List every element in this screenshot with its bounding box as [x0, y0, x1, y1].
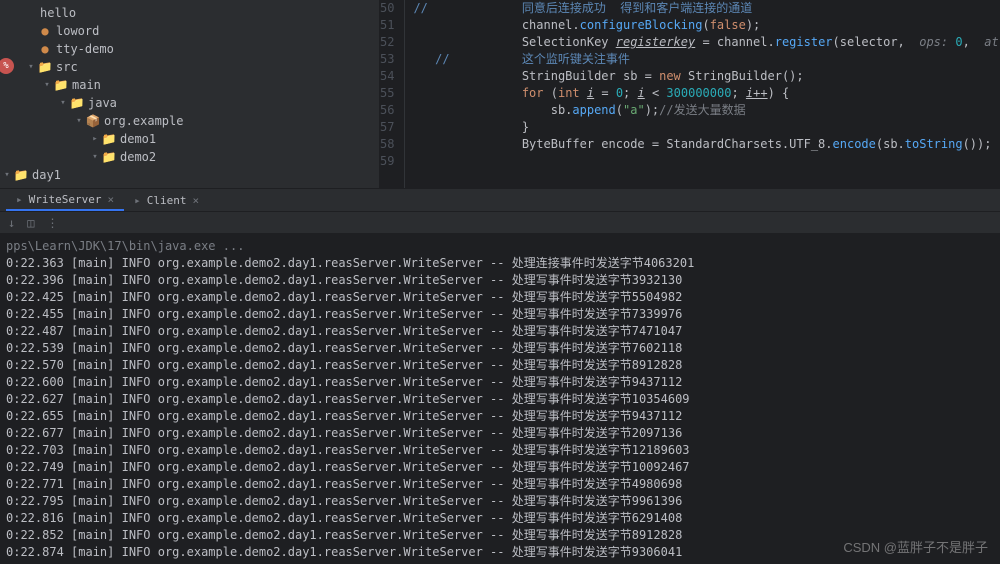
tree-label: src	[56, 60, 78, 74]
tree-item[interactable]: ● loword	[0, 22, 379, 40]
tree-item[interactable]: hello	[0, 4, 379, 22]
code-area[interactable]: // 同意后连接成功 得到和客户端连接的通道 channel.configure…	[405, 0, 1000, 188]
code-line[interactable]: sb.append("a");//发送大量数据	[413, 102, 1000, 119]
console-toolbar: ↓ ◫ ⋮	[0, 212, 1000, 234]
log-line: 0:22.816 [main] INFO org.example.demo2.d…	[6, 510, 994, 527]
toolbar-icon[interactable]: ↓	[8, 216, 15, 230]
folder-icon: 📁	[70, 96, 84, 110]
toolbar-icon[interactable]: ⋮	[46, 216, 58, 230]
tree-label: java	[88, 96, 117, 110]
log-line: 0:22.703 [main] INFO org.example.demo2.d…	[6, 442, 994, 459]
tree-label: demo1	[120, 132, 156, 146]
chevron-icon: ▾	[56, 96, 70, 110]
console-output[interactable]: pps\Learn\JDK\17\bin\java.exe ...0:22.36…	[0, 234, 1000, 564]
close-icon[interactable]: ×	[192, 194, 199, 207]
close-icon[interactable]: ×	[107, 193, 114, 206]
folder-icon: 📁	[102, 150, 116, 164]
log-line: 0:22.771 [main] INFO org.example.demo2.d…	[6, 476, 994, 493]
watermark: CSDN @蓝胖子不是胖子	[843, 537, 988, 556]
tree-label: main	[72, 78, 101, 92]
folder-icon: ●	[38, 42, 52, 56]
run-tabs: ▸ WriteServer × ▸ Client ×	[0, 188, 1000, 212]
project-tree[interactable]: hello●loword●tty-demo▾📁src▾📁main▾📁java▾📦…	[0, 0, 380, 188]
tab-icon: ▸	[16, 193, 23, 206]
tree-label: org.example	[104, 114, 183, 128]
log-line: 0:22.627 [main] INFO org.example.demo2.d…	[6, 391, 994, 408]
folder-icon: 📁	[54, 78, 68, 92]
chevron-icon: ▾	[72, 114, 86, 128]
folder-icon: 📁	[38, 60, 52, 74]
folder-icon: 📁	[102, 132, 116, 146]
chevron-icon: ▾	[0, 168, 14, 182]
log-line: 0:22.795 [main] INFO org.example.demo2.d…	[6, 493, 994, 510]
code-line[interactable]: // 这个监听键关注事件	[413, 51, 1000, 68]
log-line: 0:22.363 [main] INFO org.example.demo2.d…	[6, 255, 994, 272]
code-line[interactable]: for (int i = 0; i < 300000000; i++) {	[413, 85, 1000, 102]
tree-label: loword	[56, 24, 99, 38]
tree-label: tty-demo	[56, 42, 114, 56]
log-line: 0:22.539 [main] INFO org.example.demo2.d…	[6, 340, 994, 357]
chevron-icon	[24, 24, 38, 38]
chevron-icon: ▾	[88, 150, 102, 164]
code-line[interactable]: StringBuilder sb = new StringBuilder();	[413, 68, 1000, 85]
chevron-icon	[24, 42, 38, 56]
log-line: 0:22.425 [main] INFO org.example.demo2.d…	[6, 289, 994, 306]
tree-item[interactable]: ▾📁 demo2	[0, 148, 379, 166]
run-tab[interactable]: ▸ WriteServer ×	[6, 189, 124, 211]
folder-icon: 📁	[14, 168, 28, 182]
tree-item[interactable]: ▾📁 day1	[0, 166, 379, 184]
folder-icon: 📦	[86, 114, 100, 128]
console-command: pps\Learn\JDK\17\bin\java.exe ...	[6, 238, 994, 255]
tree-item[interactable]: ▾📦 org.example	[0, 112, 379, 130]
tab-icon: ▸	[134, 194, 141, 207]
run-tab-label: WriteServer	[29, 193, 102, 206]
code-line[interactable]: SelectionKey registerkey = channel.regis…	[413, 34, 1000, 51]
code-line[interactable]: // 同意后连接成功 得到和客户端连接的通道	[413, 0, 1000, 17]
log-line: 0:22.487 [main] INFO org.example.demo2.d…	[6, 323, 994, 340]
log-line: 0:22.677 [main] INFO org.example.demo2.d…	[6, 425, 994, 442]
run-tab[interactable]: ▸ Client ×	[124, 189, 209, 211]
log-line: 0:22.455 [main] INFO org.example.demo2.d…	[6, 306, 994, 323]
code-editor[interactable]: 50515253545556575859 // 同意后连接成功 得到和客户端连接…	[380, 0, 1000, 188]
code-line[interactable]: channel.configureBlocking(false);	[413, 17, 1000, 34]
code-line[interactable]: ByteBuffer encode = StandardCharsets.UTF…	[413, 136, 1000, 153]
chevron-icon: ▸	[88, 132, 102, 146]
tree-item[interactable]: ● tty-demo	[0, 40, 379, 58]
folder-icon	[22, 6, 36, 20]
run-tab-label: Client	[147, 194, 187, 207]
log-line: 0:22.570 [main] INFO org.example.demo2.d…	[6, 357, 994, 374]
line-gutter: 50515253545556575859	[380, 0, 405, 188]
chevron-icon: ▾	[24, 60, 38, 74]
chevron-icon: ▾	[40, 78, 54, 92]
toolbar-icon[interactable]: ◫	[27, 216, 34, 230]
log-line: 0:22.655 [main] INFO org.example.demo2.d…	[6, 408, 994, 425]
folder-icon: ●	[38, 24, 52, 38]
tree-label: day1	[32, 168, 61, 182]
tree-label: demo2	[120, 150, 156, 164]
chevron-icon	[8, 6, 22, 20]
log-line: 0:22.396 [main] INFO org.example.demo2.d…	[6, 272, 994, 289]
tree-item[interactable]: ▾📁 java	[0, 94, 379, 112]
log-line: 0:22.600 [main] INFO org.example.demo2.d…	[6, 374, 994, 391]
tree-item[interactable]: ▸📁 demo1	[0, 130, 379, 148]
log-line: 0:22.749 [main] INFO org.example.demo2.d…	[6, 459, 994, 476]
tree-item[interactable]: ▾📁 main	[0, 76, 379, 94]
tree-label: hello	[40, 6, 76, 20]
tree-item[interactable]: ▾📁 src	[0, 58, 379, 76]
code-line[interactable]: }	[413, 119, 1000, 136]
